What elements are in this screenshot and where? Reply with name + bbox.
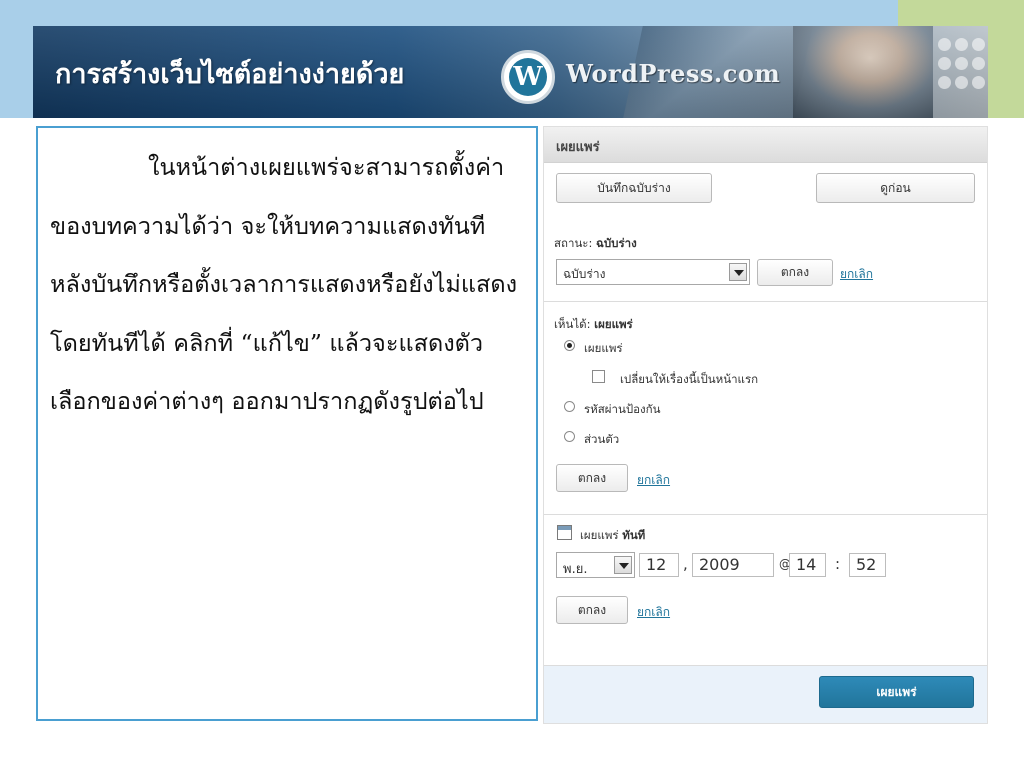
header-banner: การสร้างเว็บไซต์อย่างง่ายด้วย W WordPres…	[33, 26, 988, 118]
visibility-private-radio[interactable]	[564, 431, 575, 442]
wordpress-brand-text: WordPress.com	[566, 59, 781, 88]
publish-panel-footer: เผยแพร่	[544, 665, 987, 723]
divider	[544, 301, 987, 302]
sticky-checkbox[interactable]	[592, 370, 605, 383]
visibility-ok-button[interactable]: ตกลง	[556, 464, 628, 492]
time-colon: :	[835, 555, 841, 573]
visibility-public-radio[interactable]	[564, 340, 575, 351]
chevron-down-icon	[614, 556, 632, 574]
description-text: ในหน้าต่างเผยแพร่จะสามารถตั้งค่าของบทควา…	[50, 153, 518, 415]
visibility-label: เห็นได้:	[554, 317, 591, 331]
schedule-row: เผยแพร่ ทันที	[580, 527, 645, 545]
chevron-down-icon	[729, 263, 747, 281]
visibility-public-label: เผยแพร่	[584, 341, 623, 355]
schedule-ok-button[interactable]: ตกลง	[556, 596, 628, 624]
schedule-label: เผยแพร่	[580, 528, 619, 542]
status-value: ฉบับร่าง	[596, 236, 637, 250]
visibility-value: เผยแพร่	[594, 317, 633, 331]
divider	[544, 514, 987, 515]
banner-dots-decoration	[938, 38, 985, 104]
publish-panel: เผยแพร่ บันทึกฉบับร่าง ดูก่อน สถานะ: ฉบั…	[543, 126, 988, 724]
visibility-cancel-link[interactable]: ยกเลิก	[637, 471, 670, 490]
minute-input[interactable]: 52	[849, 553, 886, 577]
visibility-password-radio[interactable]	[564, 401, 575, 412]
status-label: สถานะ:	[554, 236, 593, 250]
wordpress-logo-icon: W	[501, 50, 555, 104]
status-ok-button[interactable]: ตกลง	[757, 259, 833, 286]
hour-input[interactable]: 14	[789, 553, 826, 577]
status-select[interactable]: ฉบับร่าง	[556, 259, 750, 285]
visibility-private-label: ส่วนตัว	[584, 432, 620, 446]
publish-panel-title: เผยแพร่	[544, 127, 987, 163]
year-input[interactable]: 2009	[692, 553, 774, 577]
publish-button[interactable]: เผยแพร่	[819, 676, 974, 708]
description-box: ในหน้าต่างเผยแพร่จะสามารถตั้งค่าของบทควา…	[36, 126, 538, 721]
calendar-icon	[557, 525, 572, 540]
schedule-value: ทันที	[622, 528, 646, 542]
page-title: การสร้างเว็บไซต์อย่างง่ายด้วย	[55, 59, 405, 90]
day-input[interactable]: 12	[639, 553, 679, 577]
date-comma: ,	[683, 555, 688, 573]
visibility-row: เห็นได้: เผยแพร่	[554, 316, 633, 334]
month-select[interactable]: พ.ย.	[556, 552, 635, 578]
status-cancel-link[interactable]: ยกเลิก	[840, 265, 873, 284]
save-draft-button[interactable]: บันทึกฉบับร่าง	[556, 173, 712, 203]
preview-button[interactable]: ดูก่อน	[816, 173, 975, 203]
visibility-password-label: รหัสผ่านป้องกัน	[584, 402, 661, 416]
schedule-cancel-link[interactable]: ยกเลิก	[637, 603, 670, 622]
status-row: สถานะ: ฉบับร่าง	[554, 235, 637, 253]
sticky-label: เปลี่ยนให้เรื่องนี้เป็นหน้าแรก	[620, 372, 759, 386]
